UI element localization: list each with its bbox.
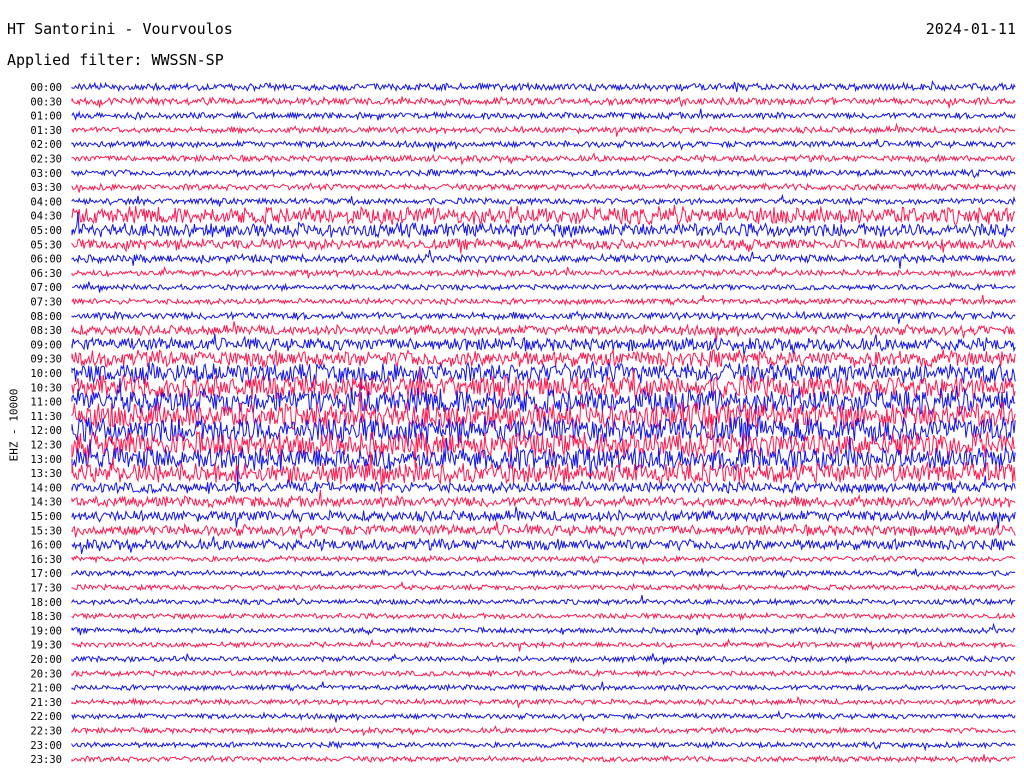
time-label: 11:00 [30,397,62,409]
trace-row [71,321,1016,342]
time-label: 07:00 [30,282,62,294]
time-label: 14:30 [30,497,62,509]
trace-row [71,204,1016,226]
trace-row [71,622,1016,636]
time-label: 01:30 [30,125,62,137]
seismic-traces [71,79,1016,764]
time-label: 20:00 [30,654,62,666]
time-label: 07:30 [30,297,62,309]
time-label: 18:30 [30,611,62,623]
time-label: 22:00 [30,711,62,723]
trace-row [71,554,1016,566]
time-label: 23:00 [30,740,62,752]
trace-row [71,108,1016,121]
trace-row [71,377,1016,416]
trace-row [71,754,1016,764]
time-label: 03:30 [30,182,62,194]
time-label: 15:30 [30,525,62,537]
time-label: 10:30 [30,382,62,394]
time-label: 19:30 [30,640,62,652]
time-label: 16:00 [30,540,62,552]
time-label: 09:30 [30,354,62,366]
time-label: 13:00 [30,454,62,466]
time-label: 19:00 [30,625,62,637]
time-label: 11:30 [30,411,62,423]
trace-row [71,611,1016,622]
trace-row [71,506,1016,529]
time-label: 13:30 [30,468,62,480]
time-label: 06:30 [30,268,62,280]
trace-row [71,79,1016,93]
trace-row [71,182,1016,193]
trace-row [71,95,1016,108]
trace-row [71,638,1016,652]
time-label: 15:00 [30,511,62,523]
time-axis: 00:00 00:30 01:00 01:30 02:00 02:30 03:00 03:30… [30,82,62,766]
trace-row [71,668,1016,678]
time-label: 01:00 [30,111,62,123]
time-label: 21:30 [30,697,62,709]
trace-row [71,594,1016,607]
time-label: 18:00 [30,597,62,609]
time-label: 17:00 [30,568,62,580]
trace-row [71,167,1016,179]
trace-row [71,152,1016,166]
trace-row [71,294,1016,307]
time-label: 00:30 [30,96,62,108]
time-label: 10:00 [30,368,62,380]
trace-row [71,695,1016,708]
trace-row [71,237,1016,254]
time-label: 06:00 [30,254,62,266]
time-label: 05:00 [30,225,62,237]
trace-row [71,725,1016,737]
trace-row [71,580,1016,592]
time-label: 05:30 [30,239,62,251]
time-label: 08:00 [30,311,62,323]
trace-row [71,489,1016,509]
time-label: 00:00 [30,82,62,94]
trace-row [71,265,1016,279]
time-label: 02:00 [30,139,62,151]
time-label: 08:30 [30,325,62,337]
trace-row [71,709,1016,723]
time-label: 12:30 [30,440,62,452]
time-label: 14:00 [30,482,62,494]
time-label: 04:30 [30,211,62,223]
trace-row [71,138,1016,152]
trace-row [71,249,1016,269]
time-label: 16:30 [30,554,62,566]
trace-row [71,681,1016,693]
time-label: 12:00 [30,425,62,437]
time-label: 20:30 [30,668,62,680]
trace-row [71,653,1016,665]
trace-row [71,536,1016,554]
time-label: 09:00 [30,339,62,351]
trace-row [71,475,1016,495]
trace-row [71,568,1016,578]
trace-row [71,193,1016,207]
time-label: 21:00 [30,683,62,695]
time-label: 22:30 [30,726,62,738]
trace-row [71,122,1016,137]
time-label: 03:00 [30,168,62,180]
trace-row [71,521,1016,539]
helicorder-plot: 00:00 00:30 01:00 01:30 02:00 02:30 03:00 03:30… [30,79,1016,766]
time-label: 02:30 [30,154,62,166]
trace-row [71,310,1016,324]
time-label: 23:30 [30,754,62,766]
trace-row [72,281,1016,293]
time-label: 04:00 [30,196,62,208]
trace-row [71,740,1016,752]
trace-row [71,333,1016,356]
time-label: 17:30 [30,583,62,595]
